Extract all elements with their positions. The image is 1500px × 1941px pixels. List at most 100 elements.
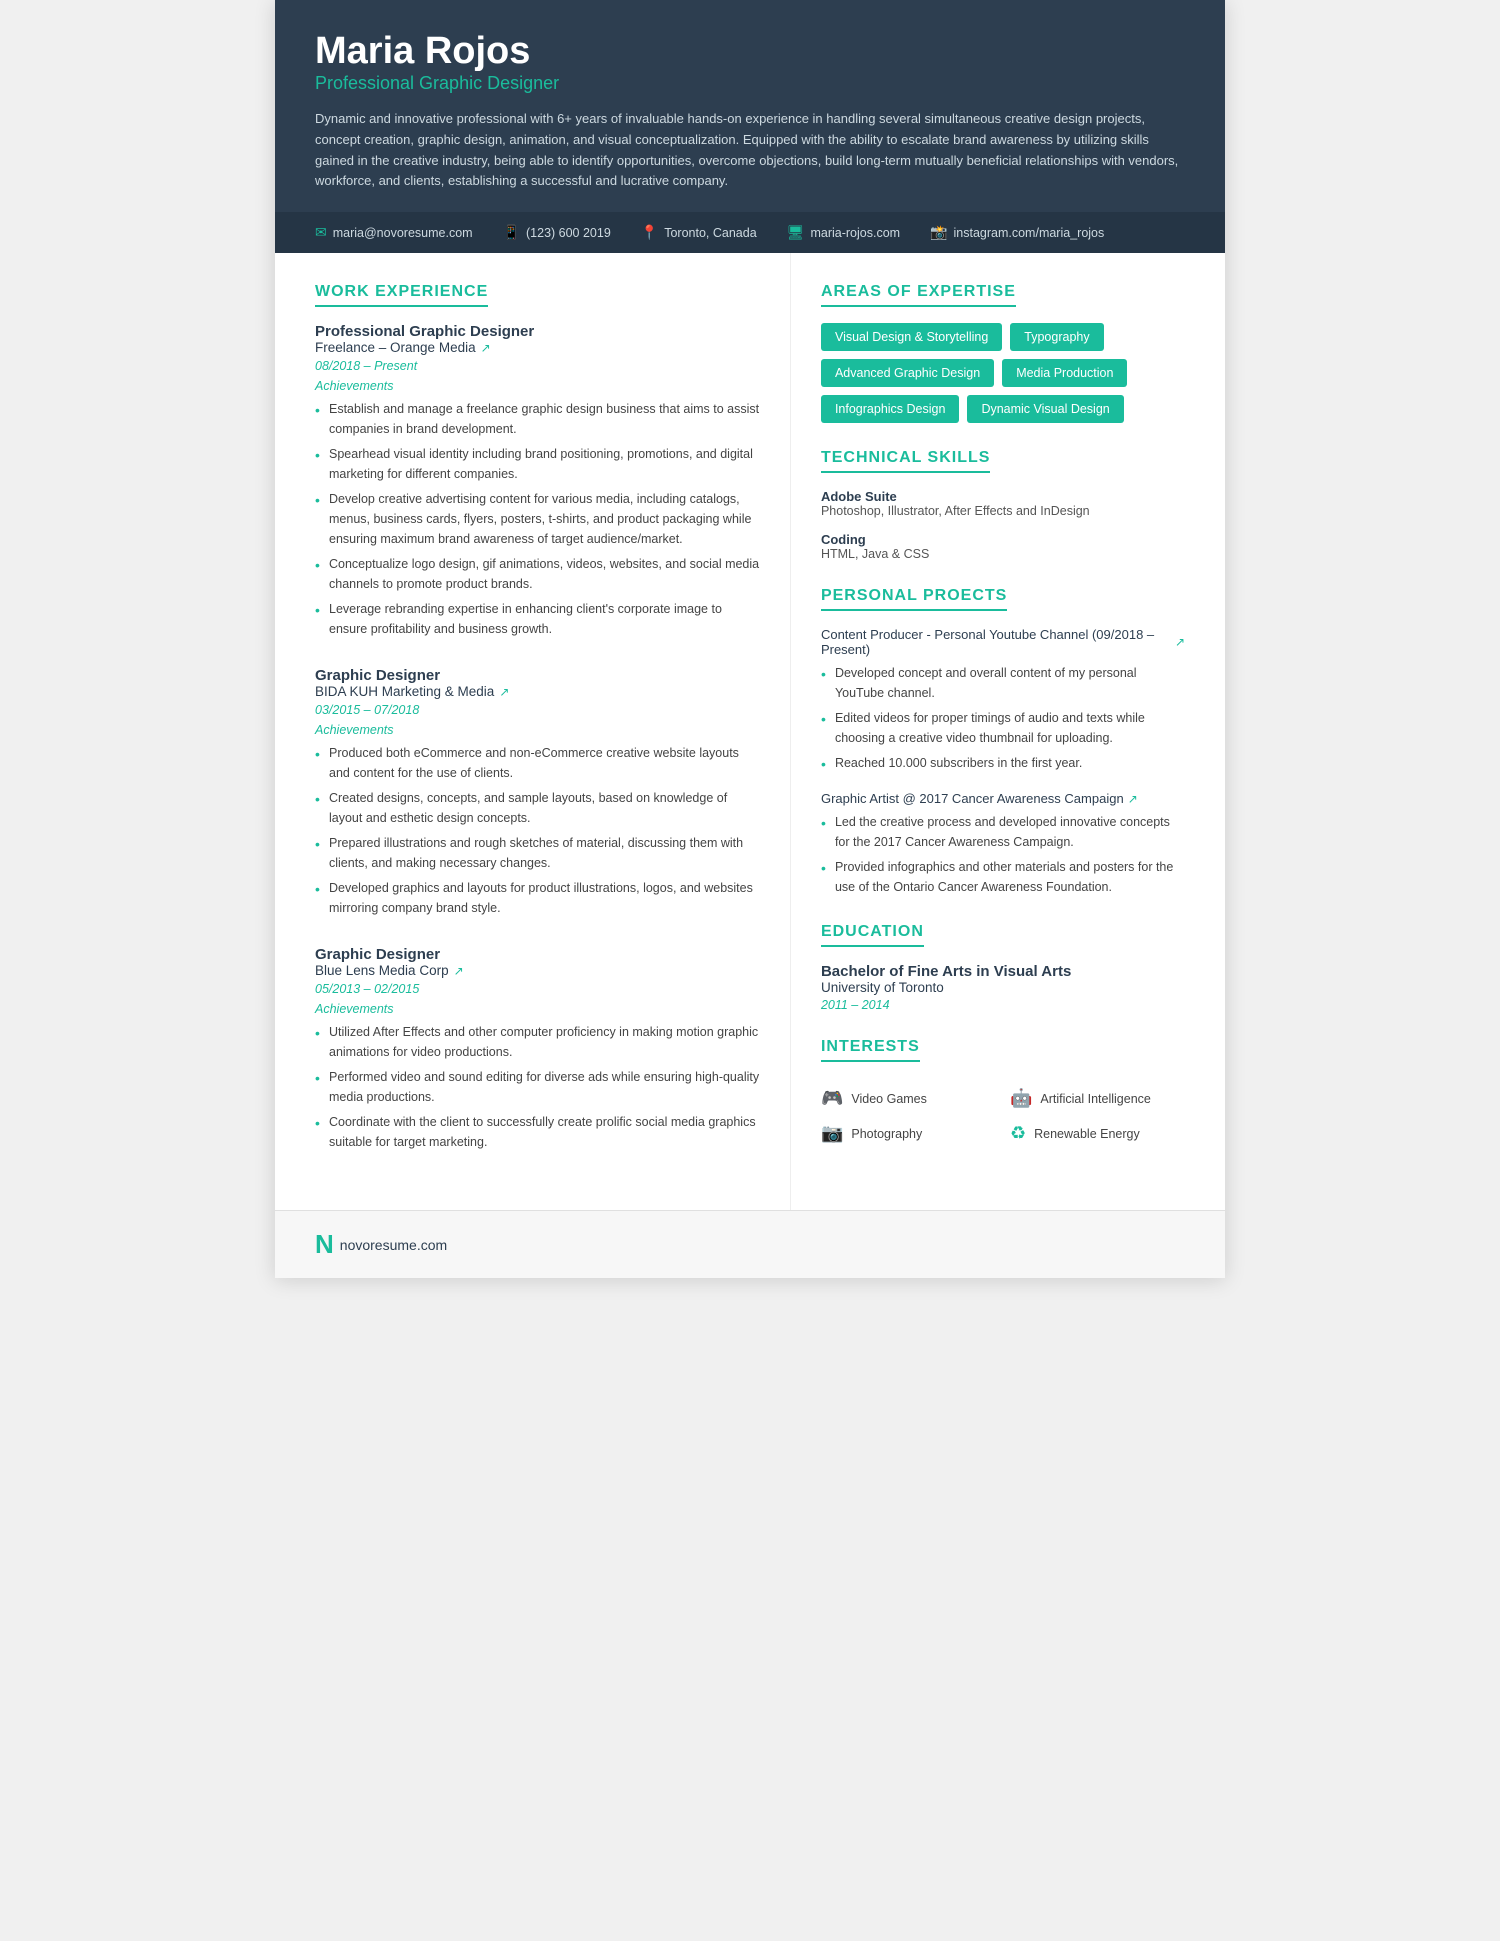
candidate-title: Professional Graphic Designer — [315, 73, 1185, 94]
list-item: Reached 10.000 subscribers in the first … — [821, 753, 1185, 773]
location-icon: 📍 — [641, 224, 658, 241]
interest-item: 🤖 Artificial Intelligence — [1010, 1088, 1185, 1109]
job-company: Blue Lens Media Corp ↗ — [315, 963, 760, 978]
interest-item: ♻Renewable Energy — [1010, 1123, 1185, 1144]
main-content: WORK EXPERIENCE Professional Graphic Des… — [275, 253, 1225, 1210]
logo-text: novoresume.com — [340, 1237, 447, 1253]
list-item: Conceptualize logo design, gif animation… — [315, 554, 760, 594]
achievements-label: Achievements — [315, 379, 760, 393]
work-experience-section: WORK EXPERIENCE Professional Graphic Des… — [315, 283, 760, 1152]
interest-icon: 🤖 — [1010, 1088, 1032, 1109]
job-company: Freelance – Orange Media ↗ — [315, 340, 760, 355]
candidate-name: Maria Rojos — [315, 30, 1185, 73]
interest-icon: ♻ — [1010, 1123, 1026, 1144]
technical-skills-section: TECHNICAL SKILLS Adobe SuitePhotoshop, I… — [821, 449, 1185, 561]
job-dates: 08/2018 – Present — [315, 359, 760, 373]
list-item: Provided infographics and other material… — [821, 857, 1185, 897]
list-item: Edited videos for proper timings of audi… — [821, 708, 1185, 748]
list-item: Developed concept and overall content of… — [821, 663, 1185, 703]
candidate-summary: Dynamic and innovative professional with… — [315, 109, 1185, 192]
expertise-section: AREAS OF EXPERTISE Visual Design & Story… — [821, 283, 1185, 423]
job-entry: Professional Graphic DesignerFreelance –… — [315, 323, 760, 639]
achievements-list: Utilized After Effects and other compute… — [315, 1022, 760, 1152]
list-item: Coordinate with the client to successful… — [315, 1112, 760, 1152]
website-icon: 🖥 — [787, 224, 805, 241]
skill-desc: HTML, Java & CSS — [821, 547, 1185, 561]
job-title: Graphic Designer — [315, 667, 760, 684]
achievements-list: Produced both eCommerce and non-eCommerc… — [315, 743, 760, 918]
expertise-tag: Typography — [1010, 323, 1103, 351]
edu-degree: Bachelor of Fine Arts in Visual Arts — [821, 963, 1185, 980]
project-bullets: Led the creative process and developed i… — [821, 812, 1185, 897]
achievements-label: Achievements — [315, 723, 760, 737]
project-entry: Content Producer - Personal Youtube Chan… — [821, 627, 1185, 773]
expertise-tag: Media Production — [1002, 359, 1127, 387]
job-entry: Graphic DesignerBIDA KUH Marketing & Med… — [315, 667, 760, 918]
education-title: EDUCATION — [821, 923, 924, 947]
job-company: BIDA KUH Marketing & Media ↗ — [315, 684, 760, 699]
job-dates: 03/2015 – 07/2018 — [315, 703, 760, 717]
skill-entry: CodingHTML, Java & CSS — [821, 532, 1185, 561]
expertise-tag: Visual Design & Storytelling — [821, 323, 1002, 351]
edu-dates: 2011 – 2014 — [821, 998, 1185, 1012]
list-item: Prepared illustrations and rough sketche… — [315, 833, 760, 873]
list-item: Utilized After Effects and other compute… — [315, 1022, 760, 1062]
list-item: Spearhead visual identity including bran… — [315, 444, 760, 484]
external-link-icon[interactable]: ↗ — [1175, 635, 1185, 649]
job-dates: 05/2013 – 02/2015 — [315, 982, 760, 996]
project-entry: Graphic Artist @ 2017 Cancer Awareness C… — [821, 791, 1185, 897]
expertise-tag: Dynamic Visual Design — [967, 395, 1123, 423]
skill-desc: Photoshop, Illustrator, After Effects an… — [821, 504, 1185, 518]
skills-list: Adobe SuitePhotoshop, Illustrator, After… — [821, 489, 1185, 561]
list-item: Develop creative advertising content for… — [315, 489, 760, 549]
jobs-list: Professional Graphic DesignerFreelance –… — [315, 323, 760, 1152]
list-item: Performed video and sound editing for di… — [315, 1067, 760, 1107]
contact-email: ✉ maria@novoresume.com — [315, 224, 473, 241]
interest-label: Video Games — [851, 1092, 927, 1106]
instagram-icon: 📸 — [930, 224, 947, 241]
personal-projects-section: PERSONAL PROECTS Content Producer - Pers… — [821, 587, 1185, 897]
interest-icon: 📷 — [821, 1123, 843, 1144]
left-column: WORK EXPERIENCE Professional Graphic Des… — [275, 253, 791, 1210]
expertise-tags: Visual Design & StorytellingTypographyAd… — [821, 323, 1185, 423]
contact-phone: 📱 (123) 600 2019 — [503, 224, 611, 241]
external-link-icon[interactable]: ↗ — [481, 341, 491, 355]
project-bullets: Developed concept and overall content of… — [821, 663, 1185, 773]
logo-n-icon: N — [315, 1229, 334, 1260]
external-link-icon[interactable]: ↗ — [454, 964, 464, 978]
contact-instagram[interactable]: 📸 instagram.com/maria_rojos — [930, 224, 1104, 241]
job-entry: Graphic DesignerBlue Lens Media Corp ↗05… — [315, 946, 760, 1152]
interests-grid: 🎮 Video Games 🤖 Artificial Intelligence 📷 Pho… — [821, 1088, 1185, 1144]
list-item: Establish and manage a freelance graphic… — [315, 399, 760, 439]
interest-icon: 🎮 — [821, 1088, 843, 1109]
project-title: Graphic Artist @ 2017 Cancer Awareness C… — [821, 791, 1185, 806]
contact-bar: ✉ maria@novoresume.com 📱 (123) 600 2019 … — [275, 212, 1225, 253]
novoresume-logo: N novoresume.com — [315, 1229, 447, 1260]
contact-website[interactable]: 🖥 maria-rojos.com — [787, 224, 900, 241]
interest-label: Artificial Intelligence — [1040, 1092, 1150, 1106]
list-item: Produced both eCommerce and non-eCommerc… — [315, 743, 760, 783]
right-column: AREAS OF EXPERTISE Visual Design & Story… — [791, 253, 1225, 1210]
work-experience-title: WORK EXPERIENCE — [315, 283, 488, 307]
education-section: EDUCATION Bachelor of Fine Arts in Visua… — [821, 923, 1185, 1012]
job-title: Professional Graphic Designer — [315, 323, 760, 340]
external-link-icon[interactable]: ↗ — [1128, 792, 1138, 806]
interest-item: 📷 Photography — [821, 1123, 996, 1144]
external-link-icon[interactable]: ↗ — [499, 685, 509, 699]
list-item: Led the creative process and developed i… — [821, 812, 1185, 852]
interests-section: INTERESTS 🎮Video Games🤖Artificial Intell… — [821, 1038, 1185, 1144]
skill-name: Coding — [821, 532, 1185, 547]
projects-list: Content Producer - Personal Youtube Chan… — [821, 627, 1185, 897]
list-item: Created designs, concepts, and sample la… — [315, 788, 760, 828]
header: Maria Rojos Professional Graphic Designe… — [275, 0, 1225, 212]
technical-skills-title: TECHNICAL SKILLS — [821, 449, 990, 473]
list-item: Developed graphics and layouts for produ… — [315, 878, 760, 918]
phone-icon: 📱 — [503, 224, 520, 241]
expertise-title: AREAS OF EXPERTISE — [821, 283, 1016, 307]
interest-label: Photography — [851, 1127, 922, 1141]
project-title: Content Producer - Personal Youtube Chan… — [821, 627, 1185, 657]
expertise-tag: Infographics Design — [821, 395, 959, 423]
email-icon: ✉ — [315, 224, 327, 241]
edu-school: University of Toronto — [821, 980, 1185, 995]
contact-location: 📍 Toronto, Canada — [641, 224, 757, 241]
